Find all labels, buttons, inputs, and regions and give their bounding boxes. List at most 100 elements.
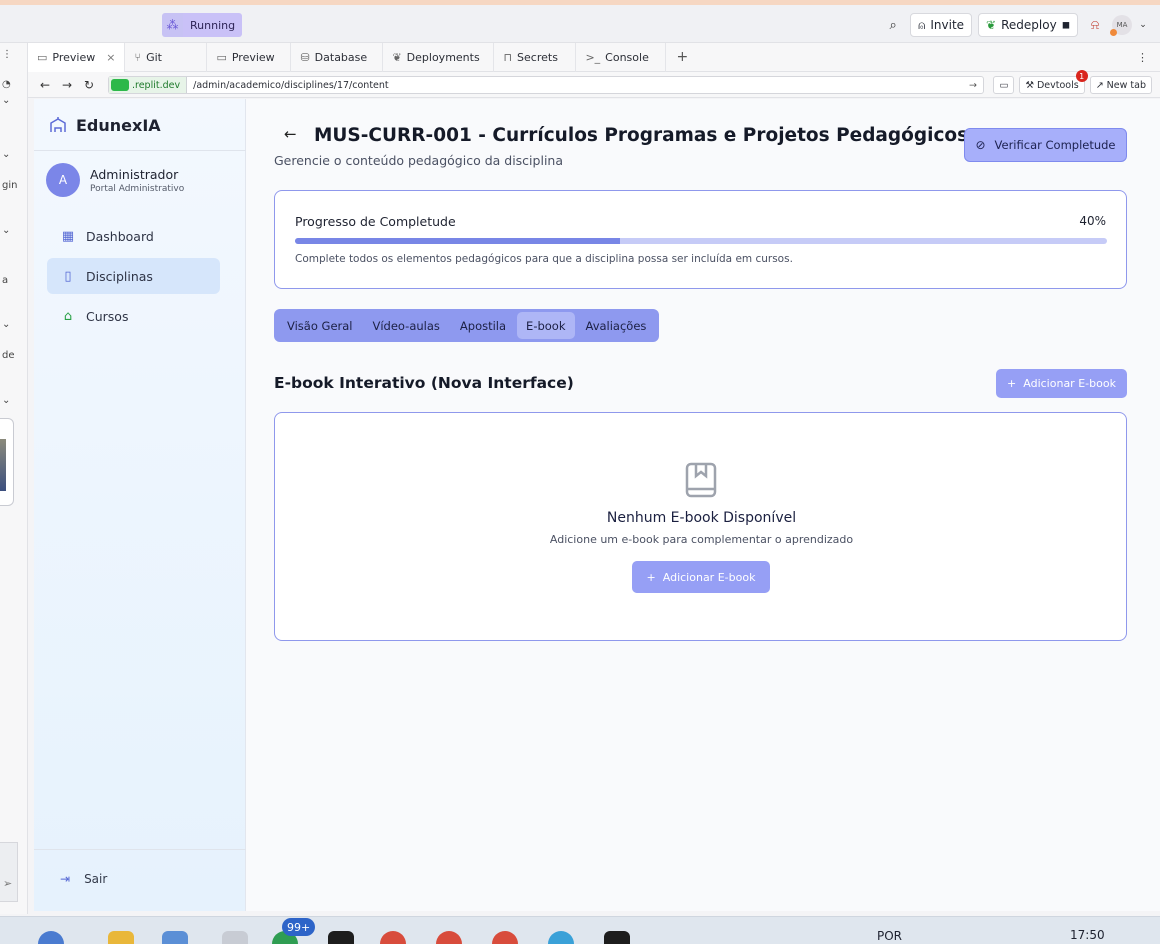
tab-ebook[interactable]: E-book <box>517 312 575 339</box>
weather-icon[interactable] <box>38 931 64 944</box>
chevron-down-icon[interactable]: ⌄ <box>1138 13 1148 37</box>
tab-apostila[interactable]: Apostila <box>451 312 515 339</box>
check-circle-icon: ⊘ <box>975 138 986 152</box>
wrench-icon: ⚒ <box>1025 79 1034 91</box>
tab-secrets[interactable]: ⊓ Secrets <box>494 42 577 72</box>
tab-label: Secrets <box>517 50 558 64</box>
gauge-icon: ◔ <box>2 79 11 90</box>
brand[interactable]: EdunexIA <box>48 115 161 135</box>
chevron-down-icon[interactable]: ⌄ <box>2 319 10 330</box>
search-icon[interactable]: ⌕ <box>882 13 904 37</box>
school-icon <box>48 115 68 135</box>
host-favicon <box>111 79 129 91</box>
language-indicator[interactable]: POR <box>877 929 902 943</box>
reload-icon[interactable]: ↻ <box>78 78 100 92</box>
run-status[interactable]: ⁂ Running <box>162 13 243 37</box>
add-ebook-button-empty[interactable]: + Adicionar E-book <box>632 561 770 593</box>
sidebar-item-disciplinas[interactable]: ▯ Disciplinas <box>47 258 220 294</box>
devtools-button[interactable]: ⚒ Devtools 1 <box>1019 70 1088 94</box>
screen-button[interactable]: ▭ <box>993 76 1015 94</box>
empty-state-title: Nenhum E-book Disponível <box>606 510 797 526</box>
app-icon[interactable] <box>604 931 630 944</box>
brand-name: EdunexIA <box>76 115 161 135</box>
progress-bar <box>295 238 1107 244</box>
tab-avaliacoes[interactable]: Avaliações <box>577 312 656 339</box>
book-icon: ▯ <box>64 268 72 284</box>
folder-icon[interactable] <box>108 931 134 944</box>
more-icon[interactable]: ⋮ <box>2 49 12 60</box>
tab-git[interactable]: ⑂ Git <box>125 42 208 72</box>
invite-label: Invite <box>930 18 965 32</box>
empty-state-subtitle: Adicione um e-book para complementar o a… <box>549 533 854 546</box>
tab-label: Console <box>605 50 649 64</box>
sidebar-item-label: Dashboard <box>86 228 154 244</box>
back-arrow-icon[interactable]: ← <box>284 125 297 143</box>
user-role: Portal Administrativo <box>90 183 185 194</box>
chevron-down-icon[interactable]: ⌄ <box>2 395 10 406</box>
close-icon[interactable]: × <box>106 51 115 64</box>
deploy-icon: ❦ <box>986 18 997 32</box>
url-input[interactable]: .replit.dev /admin/academico/disciplines… <box>108 76 984 94</box>
user-avatar[interactable]: MA <box>1110 15 1132 36</box>
terminal-icon: >_ <box>585 50 601 64</box>
divider <box>34 849 246 850</box>
app-icon[interactable] <box>328 931 354 944</box>
invite-button[interactable]: ⍝ Invite <box>910 13 973 37</box>
panel-thumbnail[interactable] <box>0 418 14 506</box>
chevron-down-icon[interactable]: ⌄ <box>2 95 10 106</box>
more-icon[interactable]: ⋮ <box>1137 51 1148 64</box>
app-viewport: EdunexIA A Administrador Portal Administ… <box>34 99 1160 911</box>
new-tab-button[interactable]: ↗ New tab <box>1089 76 1152 94</box>
tab-preview-2[interactable]: ▭ Preview <box>207 42 292 72</box>
clock[interactable]: 17:50 <box>1070 928 1105 942</box>
tab-preview[interactable]: ▭ Preview × <box>28 42 126 72</box>
verify-completeness-button[interactable]: ⊘ Verificar Completude <box>964 128 1127 162</box>
sidebar-item-cursos[interactable]: ⌂ Cursos <box>47 298 220 334</box>
chrome-icon[interactable] <box>492 931 518 944</box>
edge-icon[interactable] <box>548 931 574 944</box>
stop-icon: ◼ <box>1061 19 1070 31</box>
add-user-icon: ⍝ <box>918 17 926 32</box>
deploy-icon: ❦ <box>392 50 402 64</box>
forward-arrow-icon[interactable]: → <box>56 78 78 92</box>
panel-text-3: de <box>2 350 15 361</box>
add-ebook-button[interactable]: + Adicionar E-book <box>996 369 1127 398</box>
progress-card: Progresso de Completude 40% Complete tod… <box>274 190 1127 289</box>
tab-database[interactable]: ⛁ Database <box>291 42 384 72</box>
tab-deployments[interactable]: ❦ Deployments <box>383 42 495 72</box>
app-icon[interactable] <box>222 931 248 944</box>
logout-label: Sair <box>84 872 108 886</box>
logout-button[interactable]: ⇥ Sair <box>60 872 107 886</box>
devtools-label: Devtools <box>1036 79 1079 91</box>
monitor-icon: ▭ <box>37 50 48 64</box>
avatar: A <box>46 163 80 197</box>
plus-icon: + <box>1007 377 1017 390</box>
sidebar-item-label: Cursos <box>86 308 129 324</box>
tab-console[interactable]: >_ Console <box>576 42 667 72</box>
tab-visao-geral[interactable]: Visão Geral <box>278 312 362 339</box>
send-button[interactable]: ➢ <box>0 842 18 902</box>
chevron-down-icon[interactable]: ⌄ <box>2 225 10 236</box>
go-arrow-icon[interactable]: → <box>969 80 977 91</box>
gallery-icon[interactable] <box>162 931 188 944</box>
address-actions: ▭ ⚒ Devtools 1 ↗ New tab <box>993 70 1152 94</box>
redeploy-button[interactable]: ❦ Redeploy ◼ <box>978 13 1078 37</box>
sidebar-item-label: Disciplinas <box>86 268 153 284</box>
os-taskbar: 99+ POR 17:50 <box>0 916 1160 944</box>
back-arrow-icon[interactable]: ← <box>34 78 56 92</box>
notification-count: 99+ <box>282 918 316 936</box>
sidebar-item-dashboard[interactable]: ▦ Dashboard <box>47 218 220 254</box>
database-icon: ⛁ <box>300 50 310 64</box>
chevron-down-icon[interactable]: ⌄ <box>2 149 10 160</box>
progress-percent: 40% <box>1079 214 1106 228</box>
chrome-icon[interactable] <box>436 931 462 944</box>
tab-video-aulas[interactable]: Vídeo-aulas <box>364 312 449 339</box>
logout-icon: ⇥ <box>60 872 71 886</box>
run-status-label: Running <box>183 13 243 37</box>
chrome-icon[interactable] <box>380 931 406 944</box>
url-path: /admin/academico/disciplines/17/content <box>193 79 389 91</box>
notification-bell-icon[interactable]: ⍾ <box>1084 13 1106 37</box>
add-tab-icon[interactable]: + <box>666 49 698 65</box>
external-link-icon: ↗ <box>1095 79 1104 91</box>
new-tab-label: New tab <box>1106 79 1146 91</box>
